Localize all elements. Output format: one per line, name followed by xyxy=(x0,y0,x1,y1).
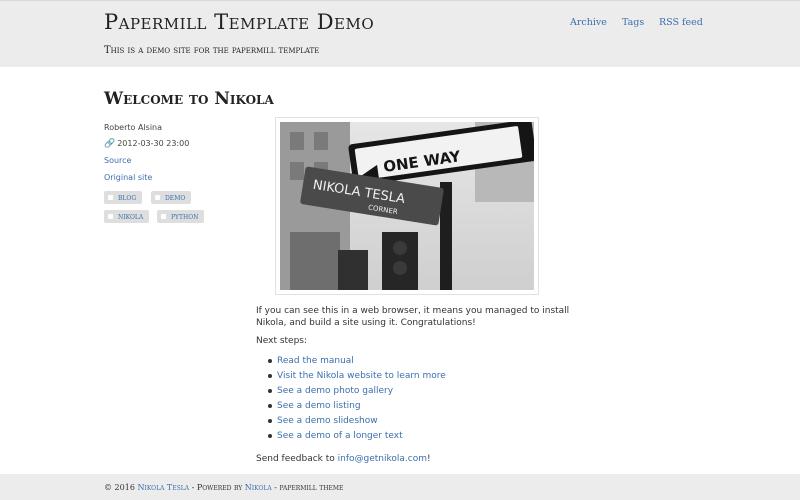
site-header: Papermill Template Demo This is a demo s… xyxy=(0,0,800,67)
footer-author-link[interactable]: Nikola Tesla xyxy=(137,483,189,492)
site-footer: © 2016 Nikola Tesla - Powered by Nikola … xyxy=(0,474,800,500)
footer-theme: - papermill theme xyxy=(271,483,344,492)
post-photo-frame: ONE WAY NIKOLA TESLA CORNER xyxy=(275,117,539,295)
post-date[interactable]: 2012-03-30 23:00 xyxy=(117,139,189,148)
footer-text: © 2016 Nikola Tesla - Powered by Nikola … xyxy=(104,483,343,492)
footer-copyright: © 2016 xyxy=(104,483,138,492)
street-sign-photo: ONE WAY NIKOLA TESLA CORNER xyxy=(280,122,534,290)
tag-nikola[interactable]: nikola xyxy=(104,210,150,223)
site-subtitle: This is a demo site for the papermill te… xyxy=(104,45,320,56)
manual-link[interactable]: Read the manual xyxy=(277,356,354,366)
footer-powered: - Powered by xyxy=(189,483,245,492)
nav-rss-link[interactable]: RSS feed xyxy=(659,17,703,28)
post-author: Roberto Alsina xyxy=(104,123,163,132)
feedback-line: Send feedback to info@getnikola.com! xyxy=(256,453,601,465)
list-item: Visit the Nikola website to learn more xyxy=(266,370,446,385)
post-title[interactable]: Welcome to Nikola xyxy=(104,89,274,109)
source-link[interactable]: Source xyxy=(104,156,131,165)
feedback-email-link[interactable]: info@getnikola.com xyxy=(338,454,427,464)
feedback-prefix: Send feedback to xyxy=(256,454,338,464)
next-steps-label: Next steps: xyxy=(256,336,308,346)
nav-tags-link[interactable]: Tags xyxy=(622,17,644,28)
street-sign-image: ONE WAY NIKOLA TESLA CORNER xyxy=(280,122,534,290)
site-title[interactable]: Papermill Template Demo xyxy=(104,10,374,34)
photo-gallery-link[interactable]: See a demo photo gallery xyxy=(277,386,393,396)
nikola-website-link[interactable]: Visit the Nikola website to learn more xyxy=(277,371,446,381)
footer-nikola-link[interactable]: Nikola xyxy=(245,483,272,492)
nav-archive-link[interactable]: Archive xyxy=(570,17,607,28)
list-item: See a demo slideshow xyxy=(266,415,446,430)
longer-text-link[interactable]: See a demo of a longer text xyxy=(277,431,403,441)
tag-demo[interactable]: demo xyxy=(151,191,192,204)
demo-slideshow-link[interactable]: See a demo slideshow xyxy=(277,416,378,426)
tag-blog[interactable]: blog xyxy=(104,191,143,204)
post-date-row: 🔗 2012-03-30 23:00 xyxy=(104,139,189,149)
permalink-icon[interactable]: 🔗 xyxy=(104,139,115,149)
original-site-link[interactable]: Original site xyxy=(104,173,152,182)
list-item: See a demo photo gallery xyxy=(266,385,446,400)
feedback-suffix: ! xyxy=(427,454,431,464)
list-item: Read the manual xyxy=(266,355,446,370)
tag-python[interactable]: python xyxy=(157,210,205,223)
demo-listing-link[interactable]: See a demo listing xyxy=(277,401,361,411)
list-item: See a demo listing xyxy=(266,400,446,415)
intro-paragraph: If you can see this in a web browser, it… xyxy=(256,306,570,328)
next-steps-list: Read the manual Visit the Nikola website… xyxy=(266,355,446,445)
list-item: See a demo of a longer text xyxy=(266,430,446,445)
